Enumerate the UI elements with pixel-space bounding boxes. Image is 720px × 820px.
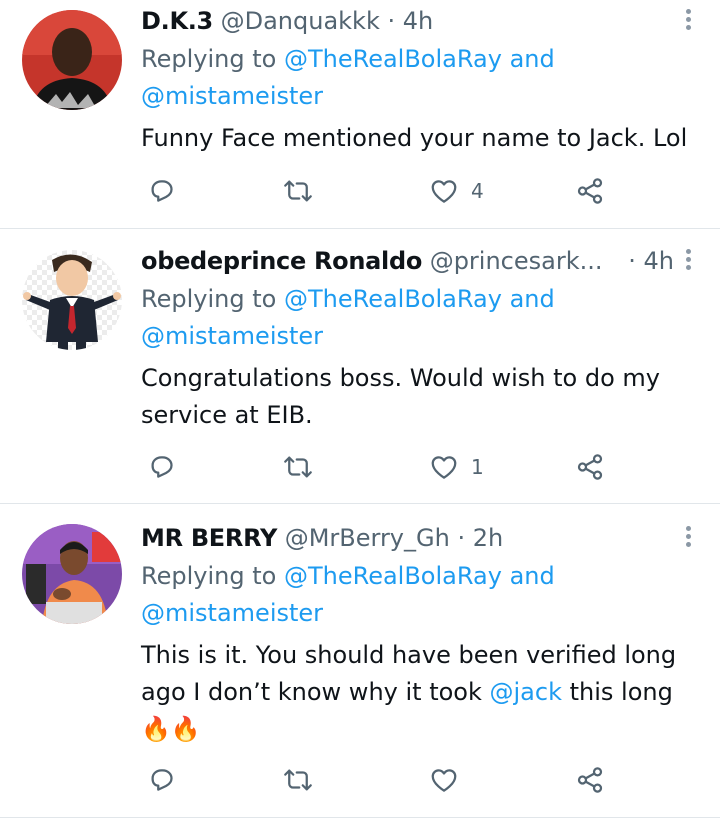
avatar[interactable]: [22, 10, 122, 110]
reply-icon: [151, 456, 173, 478]
like-icon: [431, 180, 457, 203]
mention-link[interactable]: @mistameister: [141, 322, 323, 350]
tweet[interactable]: MR BERRY @MrBerry_Gh · 2h Replying to @T…: [0, 504, 720, 818]
mention-link[interactable]: @TheRealBolaRay: [284, 45, 502, 73]
and-link[interactable]: and: [510, 285, 555, 313]
retweet-button[interactable]: [283, 171, 313, 211]
mention-link[interactable]: @TheRealBolaRay: [284, 562, 502, 590]
tweet-text: Funny Face mentioned your name to Jack. …: [141, 120, 690, 157]
more-icon[interactable]: [684, 526, 692, 550]
tweet-text: This is it. You should have been verifie…: [141, 637, 690, 748]
timestamp[interactable]: 4h: [644, 247, 674, 275]
user-handle[interactable]: @Danquakkk: [221, 7, 380, 35]
reply-button[interactable]: [147, 447, 177, 487]
replying-to: Replying to @TheRealBolaRay and @mistame…: [141, 558, 680, 632]
timestamp[interactable]: 2h: [473, 524, 503, 552]
tweet-text: Congratulations boss. Would wish to do m…: [141, 360, 690, 434]
avatar[interactable]: [22, 250, 122, 350]
share-button[interactable]: [575, 447, 605, 487]
tweet-header: obedeprince Ronaldo @princesark...: [141, 245, 640, 277]
like-button[interactable]: 4: [429, 171, 484, 211]
retweet-icon: [284, 180, 312, 202]
avatar-image: [22, 10, 122, 110]
tweet[interactable]: D.K.3 @Danquakkk · 4h Replying to @TheRe…: [0, 0, 720, 229]
reply-icon: [151, 180, 173, 202]
action-bar: 4: [141, 171, 621, 211]
like-button[interactable]: 1: [429, 447, 484, 487]
mention-link[interactable]: @jack: [490, 678, 562, 706]
fire-emoji: 🔥🔥: [141, 715, 201, 743]
separator-dot: ·: [457, 524, 466, 552]
and-link[interactable]: and: [510, 562, 555, 590]
display-name[interactable]: obedeprince Ronaldo: [141, 247, 422, 275]
reply-button[interactable]: [147, 171, 177, 211]
share-button[interactable]: [575, 171, 605, 211]
retweet-button[interactable]: [283, 447, 313, 487]
separator-dot: ·: [628, 247, 636, 275]
tweet-text-segment: this long: [569, 678, 673, 706]
action-bar: [141, 760, 621, 800]
user-handle[interactable]: @princesark...: [430, 247, 603, 275]
like-button[interactable]: [429, 760, 471, 800]
retweet-icon: [284, 456, 312, 478]
timestamp-group: · 4h: [628, 245, 674, 277]
like-count: 1: [471, 455, 484, 479]
avatar-image: [22, 524, 122, 624]
tweet-text-segment: ago I don’t know why it took: [141, 678, 482, 706]
and-link[interactable]: and: [510, 45, 555, 73]
tweet-text-line: service at EIB.: [141, 401, 313, 429]
tweet-text-line: Congratulations boss. Would wish to do m…: [141, 364, 660, 392]
share-icon: [577, 178, 603, 204]
replying-prefix: Replying to: [141, 285, 277, 313]
tweet-text-line: Funny Face mentioned your name to Jack. …: [141, 124, 688, 152]
retweet-icon: [284, 769, 312, 791]
user-handle[interactable]: @MrBerry_Gh: [285, 524, 450, 552]
like-count: 4: [471, 179, 484, 203]
share-icon: [577, 767, 603, 793]
display-name[interactable]: D.K.3: [141, 7, 213, 35]
like-icon: [431, 456, 457, 479]
more-icon[interactable]: [684, 249, 692, 273]
action-bar: 1: [141, 447, 621, 487]
reply-button[interactable]: [147, 760, 177, 800]
tweet-header: D.K.3 @Danquakkk · 4h: [141, 5, 674, 37]
tweet-header: MR BERRY @MrBerry_Gh · 2h: [141, 522, 674, 554]
timestamp[interactable]: 4h: [403, 7, 433, 35]
avatar[interactable]: [22, 524, 122, 624]
mention-link[interactable]: @TheRealBolaRay: [284, 285, 502, 313]
mention-link[interactable]: @mistameister: [141, 599, 323, 627]
more-icon[interactable]: [684, 9, 692, 33]
tweet[interactable]: obedeprince Ronaldo @princesark... · 4h …: [0, 229, 720, 504]
tweet-text-line: This is it. You should have been verifie…: [141, 641, 677, 669]
replying-to: Replying to @TheRealBolaRay and @mistame…: [141, 41, 680, 115]
like-icon: [431, 769, 457, 792]
replying-prefix: Replying to: [141, 45, 277, 73]
display-name[interactable]: MR BERRY: [141, 524, 277, 552]
share-icon: [577, 454, 603, 480]
avatar-image: [22, 250, 122, 350]
retweet-button[interactable]: [283, 760, 313, 800]
mention-link[interactable]: @mistameister: [141, 82, 323, 110]
share-button[interactable]: [575, 760, 605, 800]
separator-dot: ·: [387, 7, 396, 35]
replying-prefix: Replying to: [141, 562, 277, 590]
reply-icon: [151, 769, 173, 791]
replying-to: Replying to @TheRealBolaRay and @mistame…: [141, 281, 680, 355]
